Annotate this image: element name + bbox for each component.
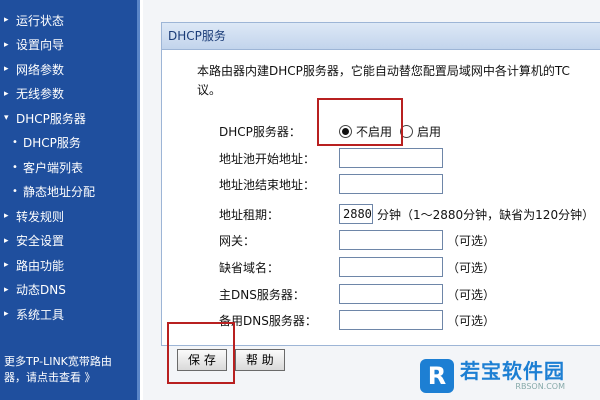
watermark: R 若宝软件园 RBSON.COM: [420, 355, 600, 397]
sidebar-item-1[interactable]: ▸ 设置向导: [0, 33, 137, 58]
sidebar-item-label: DHCP服务器: [16, 111, 86, 126]
sidebar-menu: ▸ 运行状态 ▸ 设置向导 ▸ 网络参数 ▸ 无线参数 ▾ DHCP服务器 • DHCP服务 • 客户端列…: [0, 0, 137, 327]
gateway-optional-note: （可选）: [447, 233, 496, 248]
footer-line-1: 更多TP-LINK宽带路由: [4, 355, 112, 368]
chevron-right-icon: ▸: [4, 88, 9, 99]
watermark-name: 若宝软件园: [460, 359, 565, 383]
sidebar-item-10[interactable]: ▸ 路由功能: [0, 253, 137, 278]
lease-label: 地址租期：: [219, 207, 280, 222]
pool-end-row: 地址池结束地址：: [219, 173, 443, 195]
dns2-label: 备用DNS服务器：: [219, 313, 317, 328]
sidebar-footer-link[interactable]: 更多TP-LINK宽带路由 器，请点击查看 》: [4, 354, 138, 386]
dns1-label: 主DNS服务器：: [219, 287, 305, 302]
sidebar-item-label: 系统工具: [16, 307, 65, 322]
watermark-url: RBSON.COM: [515, 382, 565, 391]
gateway-input[interactable]: [339, 230, 443, 250]
lease-input[interactable]: 2880: [339, 204, 373, 224]
bullet-icon: •: [12, 161, 18, 173]
radio-disable[interactable]: [339, 124, 352, 138]
bullet-icon: •: [12, 137, 18, 149]
dhcp-server-row: DHCP服务器： 不启用 启用: [219, 120, 449, 142]
dns2-row: 备用DNS服务器： （可选）: [219, 309, 495, 331]
chevron-down-icon: ▾: [4, 113, 9, 124]
gateway-label: 网关：: [219, 233, 256, 248]
sidebar-item-12[interactable]: ▸ 系统工具: [0, 302, 137, 327]
sidebar-item-2[interactable]: ▸ 网络参数: [0, 57, 137, 82]
help-button[interactable]: 帮 助: [234, 349, 285, 371]
panel-title: DHCP服务: [162, 23, 600, 50]
lease-hint: 分钟（1～2880分钟，缺省为120分钟）: [377, 207, 595, 222]
dns1-optional-note: （可选）: [447, 287, 496, 302]
gateway-row: 网关： （可选）: [219, 229, 495, 251]
save-button[interactable]: 保 存: [177, 349, 227, 371]
sidebar-item-label: 安全设置: [16, 234, 65, 249]
sidebar-item-8[interactable]: ▸ 转发规则: [0, 204, 137, 229]
sidebar-item-label: 设置向导: [16, 38, 65, 53]
chevron-right-icon: ▸: [4, 260, 9, 271]
sidebar-item-label: 运行状态: [16, 13, 65, 28]
lease-row: 地址租期： 2880 分钟（1～2880分钟，缺省为120分钟）: [219, 203, 594, 225]
sidebar-item-label: DHCP服务: [23, 136, 81, 151]
radio-enable-label[interactable]: 启用: [417, 123, 441, 140]
main-content: DHCP服务 本路由器内建DHCP服务器，它能自动替您配置局域网中各计算机的TC…: [143, 0, 600, 400]
pool-start-label: 地址池开始地址：: [219, 151, 316, 166]
sidebar-item-4[interactable]: ▾ DHCP服务器: [0, 106, 137, 131]
sidebar-item-7[interactable]: • 静态地址分配: [0, 180, 137, 205]
domain-row: 缺省域名： （可选）: [219, 256, 495, 278]
chevron-right-icon: ▸: [4, 235, 9, 246]
sidebar-item-0[interactable]: ▸ 运行状态: [0, 8, 137, 33]
sidebar-item-5[interactable]: • DHCP服务: [0, 131, 137, 156]
domain-optional-note: （可选）: [447, 260, 496, 275]
dns2-optional-note: （可选）: [447, 313, 496, 328]
intro-line-1: 本路由器内建DHCP服务器，它能自动替您配置局域网中各计算机的TC: [197, 64, 570, 78]
footer-line-2: 器，请点击查看 》: [4, 371, 96, 384]
chevron-right-icon: ▸: [4, 64, 9, 75]
sidebar-item-label: 网络参数: [16, 62, 65, 77]
sidebar-item-label: 静态地址分配: [23, 185, 96, 200]
dns1-row: 主DNS服务器： （可选）: [219, 283, 495, 305]
sidebar-item-9[interactable]: ▸ 安全设置: [0, 229, 137, 254]
radio-enable[interactable]: [400, 124, 414, 138]
sidebar-item-label: 动态DNS: [16, 283, 66, 298]
chevron-right-icon: ▸: [4, 284, 9, 295]
pool-end-label: 地址池结束地址：: [219, 177, 316, 192]
intro-text: 本路由器内建DHCP服务器，它能自动替您配置局域网中各计算机的TC 议。: [197, 62, 597, 100]
radio-disable-label[interactable]: 不启用: [356, 123, 392, 140]
watermark-logo-icon: R: [420, 359, 454, 393]
bullet-icon: •: [12, 186, 18, 198]
sidebar-item-label: 路由功能: [16, 258, 65, 273]
chevron-right-icon: ▸: [4, 309, 9, 320]
sidebar-item-6[interactable]: • 客户端列表: [0, 155, 137, 180]
sidebar-item-label: 转发规则: [16, 209, 65, 224]
dns1-input[interactable]: [339, 284, 443, 304]
watermark-text: 若宝软件园 RBSON.COM: [460, 360, 565, 392]
sidebar-item-label: 无线参数: [16, 87, 65, 102]
domain-label: 缺省域名：: [219, 260, 280, 275]
intro-line-2: 议。: [197, 83, 222, 97]
pool-end-input[interactable]: [339, 174, 443, 194]
sidebar-item-11[interactable]: ▸ 动态DNS: [0, 278, 137, 303]
chevron-right-icon: ▸: [4, 39, 9, 50]
sidebar-item-3[interactable]: ▸ 无线参数: [0, 82, 137, 107]
chevron-right-icon: ▸: [4, 211, 9, 222]
sidebar-item-label: 客户端列表: [23, 160, 84, 175]
dhcp-radio-group: 不启用 启用: [339, 123, 449, 140]
button-row: 保 存 帮 助: [177, 349, 285, 371]
pool-start-row: 地址池开始地址：: [219, 147, 443, 169]
pool-start-input[interactable]: [339, 148, 443, 168]
chevron-right-icon: ▸: [4, 15, 9, 26]
dns2-input[interactable]: [339, 310, 443, 330]
domain-input[interactable]: [339, 257, 443, 277]
sidebar-nav: ▸ 运行状态 ▸ 设置向导 ▸ 网络参数 ▸ 无线参数 ▾ DHCP服务器 • DHCP服务 • 客户端列…: [0, 0, 140, 400]
dhcp-server-label: DHCP服务器：: [219, 124, 301, 139]
